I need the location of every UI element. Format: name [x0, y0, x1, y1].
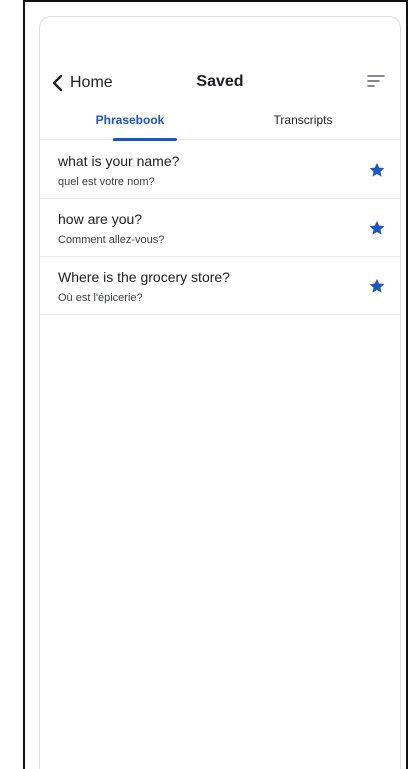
star-icon[interactable] [368, 219, 386, 237]
phrase-source: how are you? [58, 211, 143, 227]
star-icon[interactable] [368, 277, 386, 295]
phrase-translation: Où est l'épicerie? [58, 292, 143, 304]
top-app-bar: Home Saved [40, 67, 400, 95]
tab-phrasebook-label: Phrasebook [95, 113, 165, 127]
phrase-source: Where is the grocery store? [58, 269, 230, 285]
phrase-source: what is your name? [58, 153, 180, 169]
sort-icon[interactable] [366, 73, 386, 89]
list-item[interactable]: what is your name? quel est votre nom? [40, 141, 400, 199]
list-item[interactable]: how are you? Comment allez-vous? [40, 199, 400, 257]
phrase-translation: quel est votre nom? [58, 176, 155, 188]
app-screen: Home Saved Phrasebook Transcripts what i… [39, 16, 401, 769]
tab-transcripts-label: Transcripts [273, 113, 333, 127]
tab-transcripts[interactable]: Transcripts [228, 107, 378, 140]
star-icon[interactable] [368, 161, 386, 179]
page-title: Saved [196, 73, 244, 90]
phrase-translation: Comment allez-vous? [58, 234, 165, 246]
tab-bar: Phrasebook Transcripts [40, 107, 400, 141]
tab-phrasebook[interactable]: Phrasebook [55, 107, 205, 141]
list-item[interactable]: Where is the grocery store? Où est l'épi… [40, 257, 400, 315]
phrase-list: what is your name? quel est votre nom? h… [40, 141, 400, 315]
